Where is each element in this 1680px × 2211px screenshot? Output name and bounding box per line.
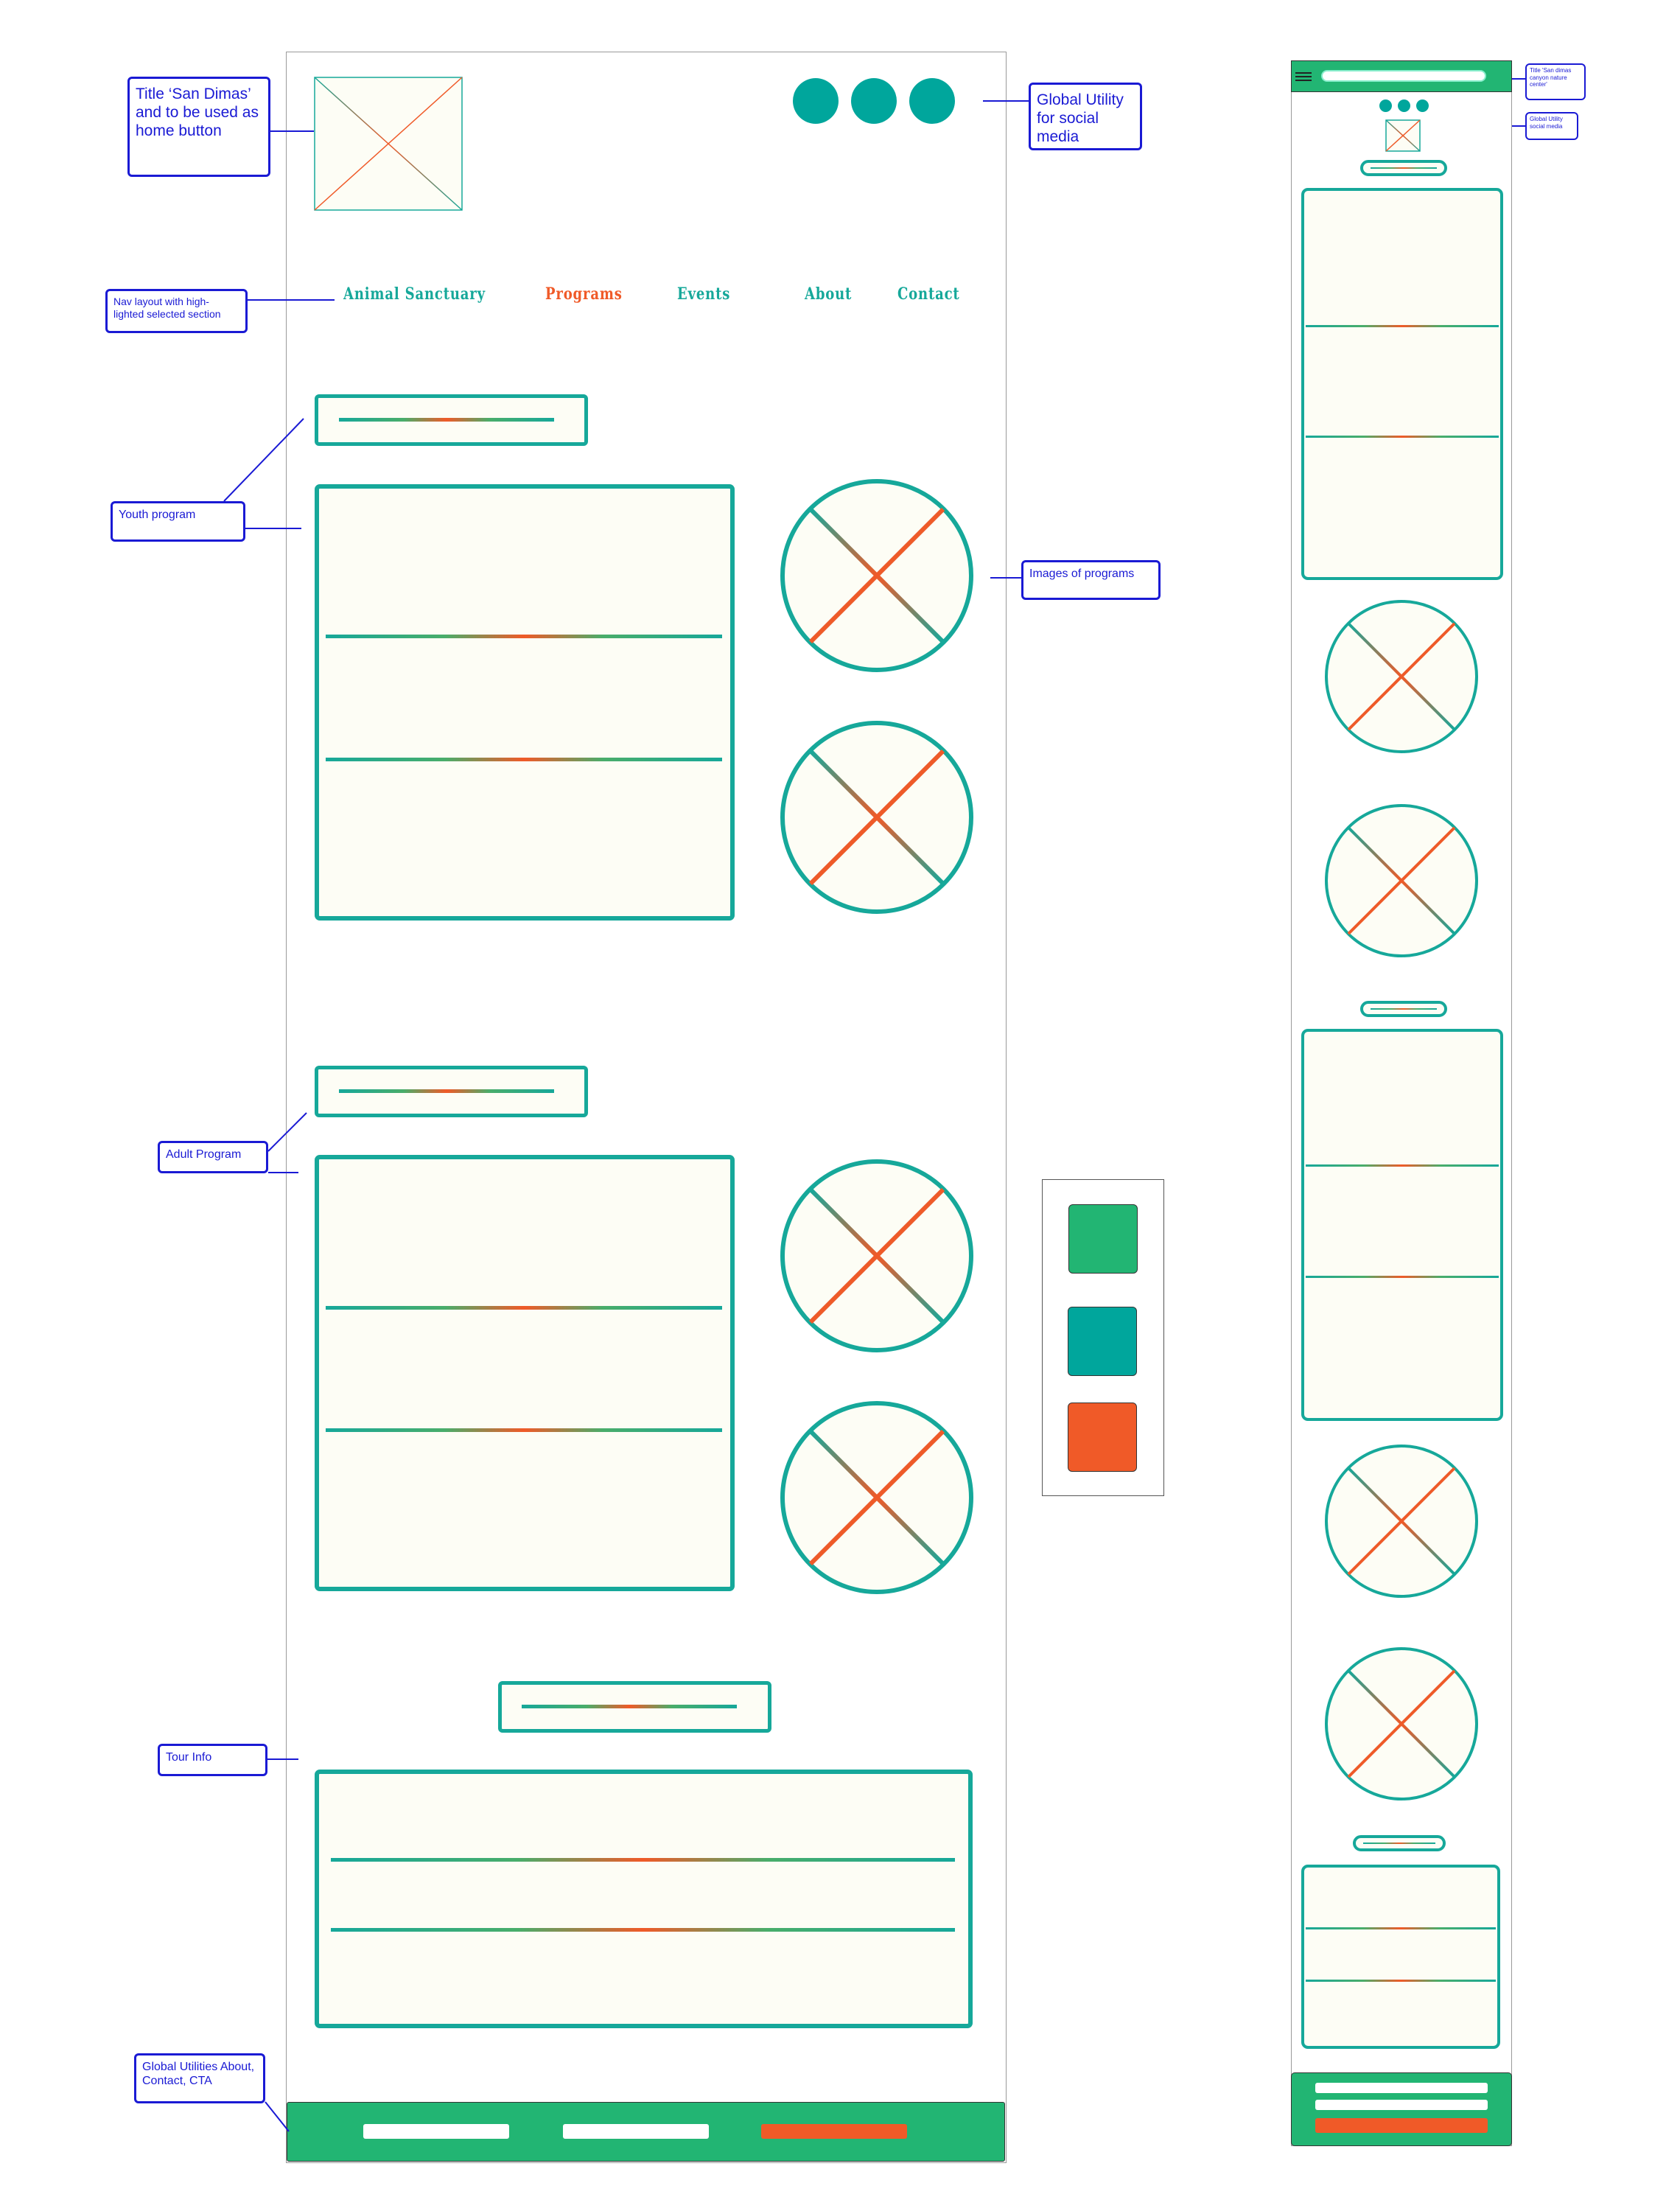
social-icon-1[interactable]: [793, 78, 839, 124]
heading-text-line: [1371, 1008, 1437, 1010]
callout-youth-program: Youth program: [111, 501, 245, 542]
adult-program-content: [315, 1155, 735, 1591]
mobile-title-bar[interactable]: [1321, 70, 1486, 82]
social-icon-1[interactable]: [1379, 99, 1392, 112]
content-divider: [1306, 436, 1499, 438]
program-image-placeholder-icon: [1325, 600, 1478, 753]
nav-item-animal-sanctuary[interactable]: Animal Sanctuary: [343, 284, 486, 304]
palette-swatch-green: [1068, 1204, 1138, 1274]
nav-item-events[interactable]: Events: [677, 284, 730, 304]
connector-line: [1512, 125, 1525, 127]
footer-about-button[interactable]: [1315, 2083, 1488, 2093]
callout-adult-program: Adult Program: [158, 1141, 268, 1173]
tour-info-content: [315, 1770, 973, 2028]
callout-images-of-programs: Images of programs: [1021, 560, 1161, 600]
youth-program-content: [315, 484, 735, 921]
adult-program-content: [1301, 1029, 1503, 1421]
connector-line: [245, 528, 301, 529]
content-divider: [1306, 325, 1499, 327]
connector-line: [223, 418, 304, 502]
footer-contact-button[interactable]: [563, 2124, 709, 2139]
content-divider: [326, 1428, 722, 1432]
callout-mobile-title: Title 'San dimas canyon nature center': [1525, 63, 1586, 100]
content-divider: [331, 1858, 955, 1862]
logo-placeholder-icon[interactable]: [1385, 119, 1421, 152]
content-divider: [1306, 1927, 1496, 1929]
nav-item-contact[interactable]: Contact: [897, 284, 960, 304]
content-divider: [326, 1306, 722, 1310]
palette-swatch-teal: [1068, 1307, 1137, 1376]
social-icon-2[interactable]: [851, 78, 897, 124]
callout-tour-info: Tour Info: [158, 1744, 267, 1776]
connector-line: [268, 1172, 298, 1173]
callout-global-utility-social: Global Utility for social media: [1029, 83, 1142, 150]
youth-program-content: [1301, 188, 1503, 580]
content-divider: [1306, 1276, 1499, 1278]
callout-global-utilities-footer: Global Utilities About, Contact, CTA: [134, 2053, 265, 2103]
program-image-placeholder-icon: [1325, 804, 1478, 957]
heading-text-line: [339, 1089, 554, 1093]
program-image-placeholder-icon: [780, 721, 973, 914]
callout-title-home: Title ‘San Dimas’ and to be used as home…: [127, 77, 270, 177]
heading-text-line: [1363, 1842, 1435, 1844]
program-image-placeholder-icon: [1325, 1647, 1478, 1800]
callout-nav-layout: Nav layout with high-lighted selected se…: [105, 289, 248, 333]
connector-line: [983, 100, 1029, 102]
content-divider: [326, 758, 722, 761]
connector-line: [270, 130, 314, 132]
program-image-placeholder-icon: [780, 479, 973, 672]
content-divider: [331, 1928, 955, 1932]
social-icon-3[interactable]: [1416, 99, 1429, 112]
program-image-placeholder-icon: [780, 1401, 973, 1594]
footer-cta-button[interactable]: [761, 2124, 907, 2139]
footer-contact-button[interactable]: [1315, 2100, 1488, 2110]
program-image-placeholder-icon: [1325, 1445, 1478, 1598]
logo-placeholder-icon[interactable]: [314, 77, 463, 211]
content-divider: [326, 635, 722, 638]
connector-line: [267, 1758, 298, 1760]
content-divider: [1306, 1980, 1496, 1982]
connector-line: [990, 577, 1021, 579]
connector-line: [248, 299, 335, 301]
connector-line: [1512, 78, 1525, 80]
footer-cta-button[interactable]: [1315, 2118, 1488, 2133]
callout-mobile-social: Global Utility social media: [1525, 112, 1578, 140]
program-image-placeholder-icon: [780, 1159, 973, 1352]
nav-item-about[interactable]: About: [805, 284, 852, 304]
footer-about-button[interactable]: [363, 2124, 509, 2139]
connector-line: [267, 1112, 307, 1152]
content-divider: [1306, 1164, 1499, 1167]
nav-item-programs[interactable]: Programs: [545, 284, 623, 304]
tour-info-content: [1301, 1865, 1500, 2049]
palette-swatch-orange: [1068, 1403, 1137, 1472]
social-icon-2[interactable]: [1398, 99, 1410, 112]
heading-text-line: [1371, 167, 1437, 169]
hamburger-icon[interactable]: [1295, 72, 1312, 81]
heading-text-line: [339, 418, 554, 422]
social-icon-3[interactable]: [909, 78, 955, 124]
heading-text-line: [522, 1705, 737, 1708]
connector-line: [265, 2101, 290, 2132]
